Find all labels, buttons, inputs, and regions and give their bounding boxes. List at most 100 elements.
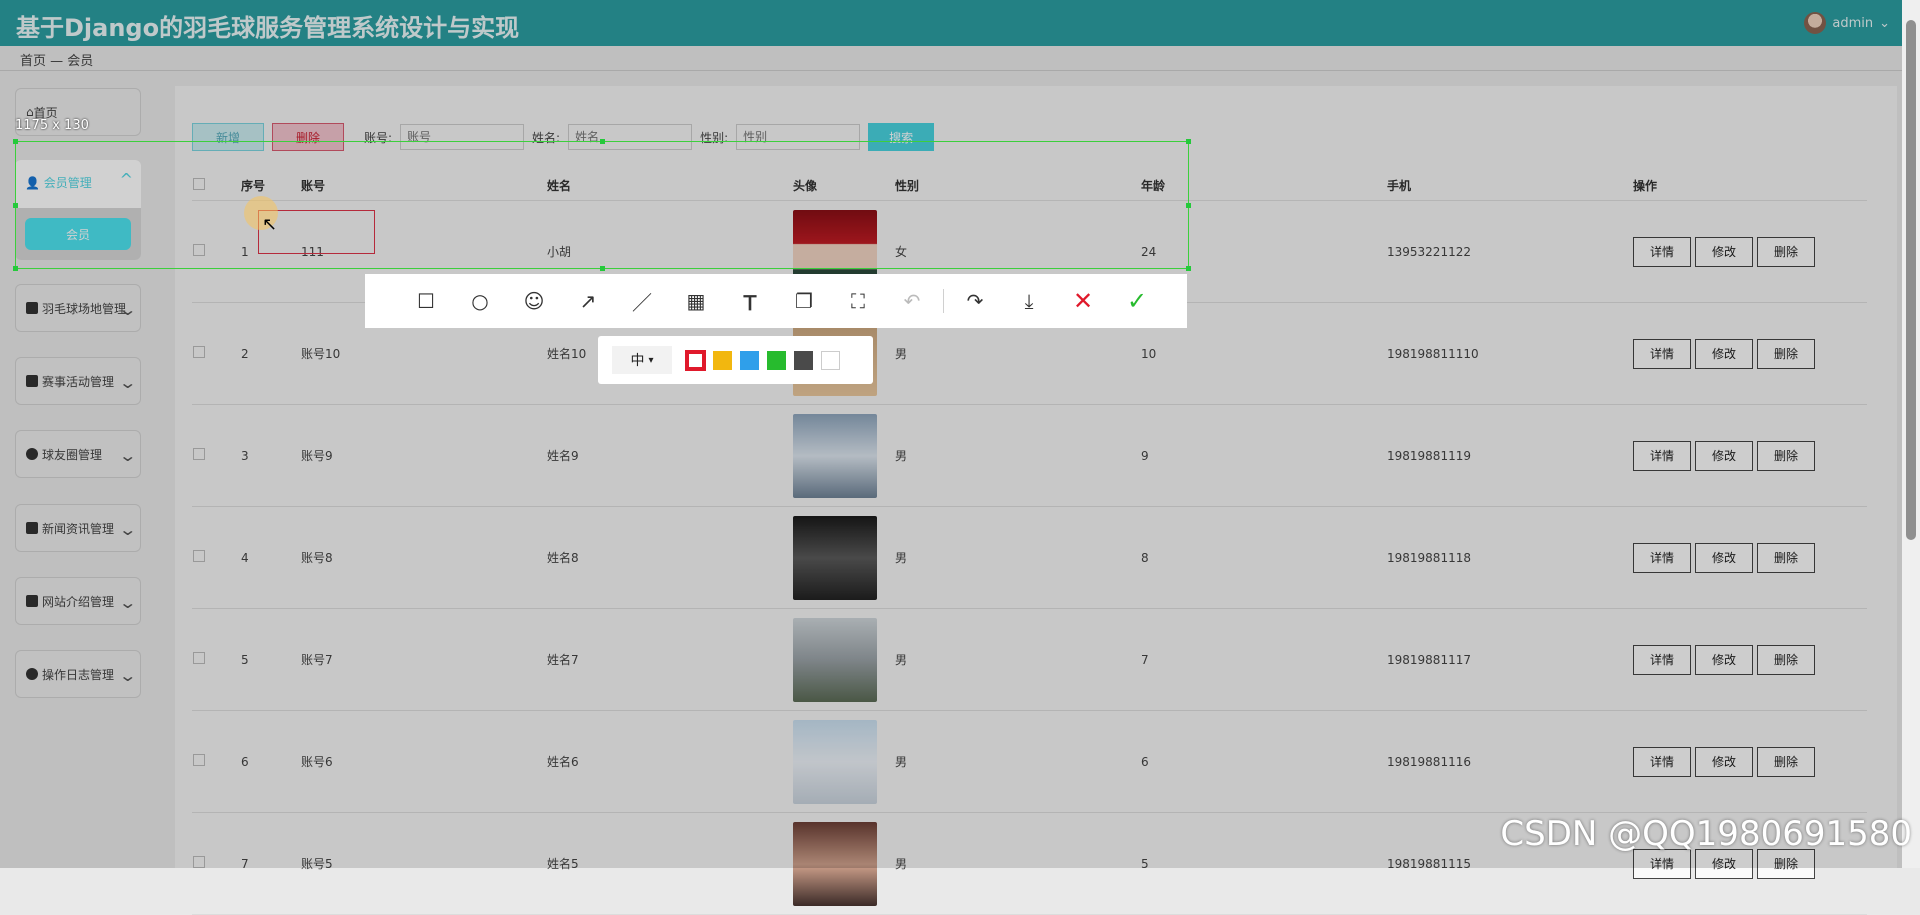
delete-row-button[interactable]: 删除 xyxy=(1757,746,1815,777)
resize-handle[interactable] xyxy=(13,139,18,144)
watermark: CSDN @QQ1980691580 xyxy=(1500,814,1912,854)
resize-handle[interactable] xyxy=(600,266,605,271)
color-picker-popup: 中 ▾ xyxy=(598,336,873,384)
cell-phone: 198198811110 xyxy=(1387,346,1479,361)
mosaic-icon[interactable]: ▦ xyxy=(669,274,723,328)
cell-age: 8 xyxy=(1141,550,1149,565)
detail-button[interactable]: 详情 xyxy=(1633,338,1691,369)
color-swatch[interactable] xyxy=(713,350,732,370)
chevron-down-icon: ⌄ xyxy=(117,373,137,392)
confirm-icon[interactable]: ✓ xyxy=(1110,274,1164,328)
scrollbar-thumb[interactable] xyxy=(1906,20,1916,540)
edit-button[interactable]: 修改 xyxy=(1695,542,1753,573)
cell-account: 账号9 xyxy=(301,449,333,463)
emoji-icon[interactable]: ☺ xyxy=(507,274,561,328)
detail-button[interactable]: 详情 xyxy=(1633,236,1691,267)
circle-icon[interactable]: ○ xyxy=(453,274,507,328)
cell-age: 7 xyxy=(1141,652,1149,667)
color-swatch[interactable] xyxy=(767,350,786,370)
row-checkbox[interactable] xyxy=(193,550,205,562)
undo-icon[interactable]: ↶ xyxy=(885,274,939,328)
row-checkbox[interactable] xyxy=(193,346,205,358)
delete-row-button[interactable]: 删除 xyxy=(1757,440,1815,471)
sidebar-item-about[interactable]: 网站介绍管理 ⌄ xyxy=(15,577,141,625)
top-header: 基于Django的羽毛球服务管理系统设计与实现 admin ⌄ xyxy=(0,0,1920,46)
cell-account: 账号5 xyxy=(301,857,333,871)
download-icon[interactable]: ⤓ xyxy=(1002,274,1056,328)
col-phone[interactable]: 手机 xyxy=(1386,170,1632,201)
stroke-size-select[interactable]: 中 ▾ xyxy=(612,346,672,374)
pin-icon[interactable]: ❐ xyxy=(777,274,831,328)
cell-name: 姓名9 xyxy=(547,449,579,463)
circle-icon xyxy=(26,448,38,460)
cancel-icon[interactable]: ✕ xyxy=(1056,274,1110,328)
cell-account: 账号8 xyxy=(301,551,333,565)
color-swatch[interactable] xyxy=(685,349,706,371)
resize-handle[interactable] xyxy=(13,266,18,271)
avatar xyxy=(793,617,877,702)
cell-age: 9 xyxy=(1141,448,1149,463)
edit-button[interactable]: 修改 xyxy=(1695,746,1753,777)
row-checkbox[interactable] xyxy=(193,856,205,868)
user-menu[interactable]: admin ⌄ xyxy=(1804,12,1890,34)
court-icon xyxy=(26,302,38,314)
sidebar-item-label: 赛事活动管理 xyxy=(42,374,115,389)
detail-button[interactable]: 详情 xyxy=(1633,644,1691,675)
edit-button[interactable]: 修改 xyxy=(1695,236,1753,267)
delete-row-button[interactable]: 删除 xyxy=(1757,236,1815,267)
color-swatch[interactable] xyxy=(740,350,759,370)
page-scrollbar[interactable] xyxy=(1902,0,1920,868)
sidebar-item-circle[interactable]: 球友圈管理 ⌄ xyxy=(15,430,141,478)
breadcrumb-separator: — xyxy=(50,54,64,69)
arrow-icon[interactable]: ↗ xyxy=(561,274,615,328)
cell-no: 4 xyxy=(241,550,249,565)
breadcrumb-current: 会员 xyxy=(67,54,94,69)
row-checkbox[interactable] xyxy=(193,652,205,664)
pen-icon[interactable]: ／ xyxy=(615,274,669,328)
rectangle-icon[interactable]: ☐ xyxy=(399,274,453,328)
cell-no: 3 xyxy=(241,448,249,463)
chevron-down-icon: ⌄ xyxy=(117,520,137,539)
resize-handle[interactable] xyxy=(1186,203,1191,208)
ocr-icon[interactable]: ⛶ xyxy=(831,274,885,328)
text-icon[interactable]: Ｔ xyxy=(723,274,777,328)
cell-no: 6 xyxy=(241,754,249,769)
resize-handle[interactable] xyxy=(1186,139,1191,144)
header-divider xyxy=(0,70,1920,71)
row-checkbox[interactable] xyxy=(193,754,205,766)
sidebar-item-logs[interactable]: 操作日志管理 ⌄ xyxy=(15,650,141,698)
resize-handle[interactable] xyxy=(1186,266,1191,271)
chevron-down-icon: ⌄ xyxy=(117,300,137,319)
color-swatch[interactable] xyxy=(794,350,813,370)
people-icon xyxy=(26,595,38,607)
sidebar-item-court[interactable]: 羽毛球场地管理 ⌄ xyxy=(15,284,141,332)
detail-button[interactable]: 详情 xyxy=(1633,746,1691,777)
table-row: 4 账号8 姓名8 男 8 19819881118 详情 修改 删除 xyxy=(192,506,1867,609)
cell-name: 姓名6 xyxy=(547,755,579,769)
avatar xyxy=(793,515,877,600)
detail-button[interactable]: 详情 xyxy=(1633,542,1691,573)
edit-button[interactable]: 修改 xyxy=(1695,338,1753,369)
cell-no: 2 xyxy=(241,346,249,361)
breadcrumb: 首页 — 会员 xyxy=(20,50,93,69)
edit-button[interactable]: 修改 xyxy=(1695,644,1753,675)
cell-gender: 男 xyxy=(895,653,908,667)
resize-handle[interactable] xyxy=(600,139,605,144)
col-actions: 操作 xyxy=(1632,170,1867,201)
delete-row-button[interactable]: 删除 xyxy=(1757,338,1815,369)
edit-button[interactable]: 修改 xyxy=(1695,440,1753,471)
detail-button[interactable]: 详情 xyxy=(1633,440,1691,471)
resize-handle[interactable] xyxy=(13,203,18,208)
share-icon[interactable]: ↷ xyxy=(948,274,1002,328)
delete-row-button[interactable]: 删除 xyxy=(1757,644,1815,675)
cell-no: 7 xyxy=(241,856,249,871)
color-swatch[interactable] xyxy=(821,350,840,370)
sidebar-item-events[interactable]: 赛事活动管理 ⌄ xyxy=(15,357,141,405)
breadcrumb-home[interactable]: 首页 xyxy=(20,54,46,69)
cell-name: 姓名7 xyxy=(547,653,579,667)
sidebar-item-news[interactable]: 新闻资讯管理 ⌄ xyxy=(15,504,141,552)
screenshot-selection[interactable] xyxy=(13,139,1191,271)
delete-row-button[interactable]: 删除 xyxy=(1757,542,1815,573)
row-checkbox[interactable] xyxy=(193,448,205,460)
cell-age: 6 xyxy=(1141,754,1149,769)
